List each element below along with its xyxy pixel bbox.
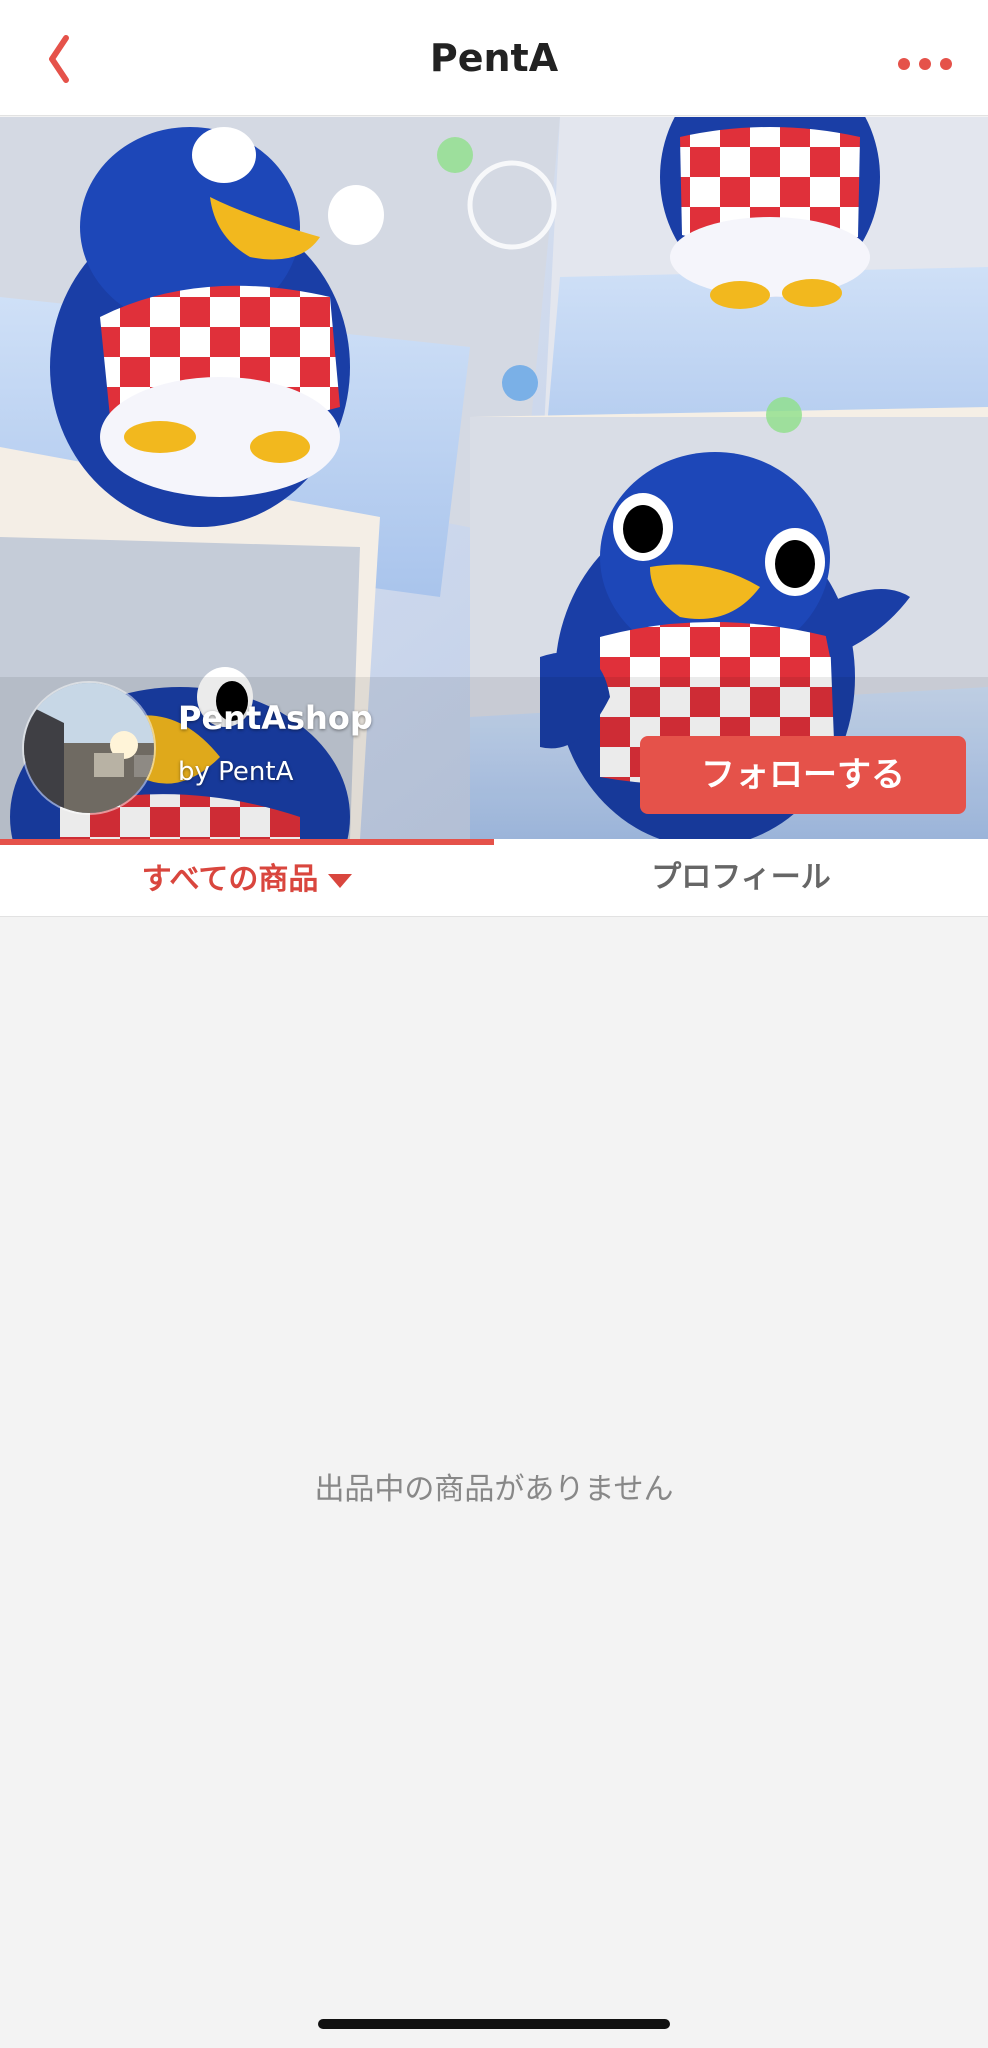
- tab-profile-label: プロフィール: [651, 860, 831, 895]
- tab-profile[interactable]: プロフィール: [494, 839, 988, 917]
- tab-all-products[interactable]: すべての商品: [0, 839, 494, 917]
- page-title: PentA: [429, 36, 559, 80]
- follow-button[interactable]: フォローする: [640, 736, 966, 814]
- empty-state-message: 出品中の商品がありません: [314, 1472, 674, 1507]
- navigation-bar: PentA: [0, 0, 988, 116]
- ellipsis-icon: [898, 58, 952, 70]
- tab-all-products-label: すべての商品: [141, 862, 319, 897]
- tab-bar: すべての商品 プロフィール: [0, 839, 988, 917]
- shop-name: PentAshop: [178, 699, 373, 737]
- shop-header: PentAshop by PentA フォローする: [0, 117, 988, 839]
- street-photo-image: [24, 683, 154, 813]
- shop-owner: by PentA: [178, 757, 294, 787]
- shop-avatar[interactable]: [22, 681, 156, 815]
- more-options-button[interactable]: [890, 40, 960, 88]
- home-indicator: [318, 2019, 670, 2029]
- caret-down-icon: [328, 873, 353, 888]
